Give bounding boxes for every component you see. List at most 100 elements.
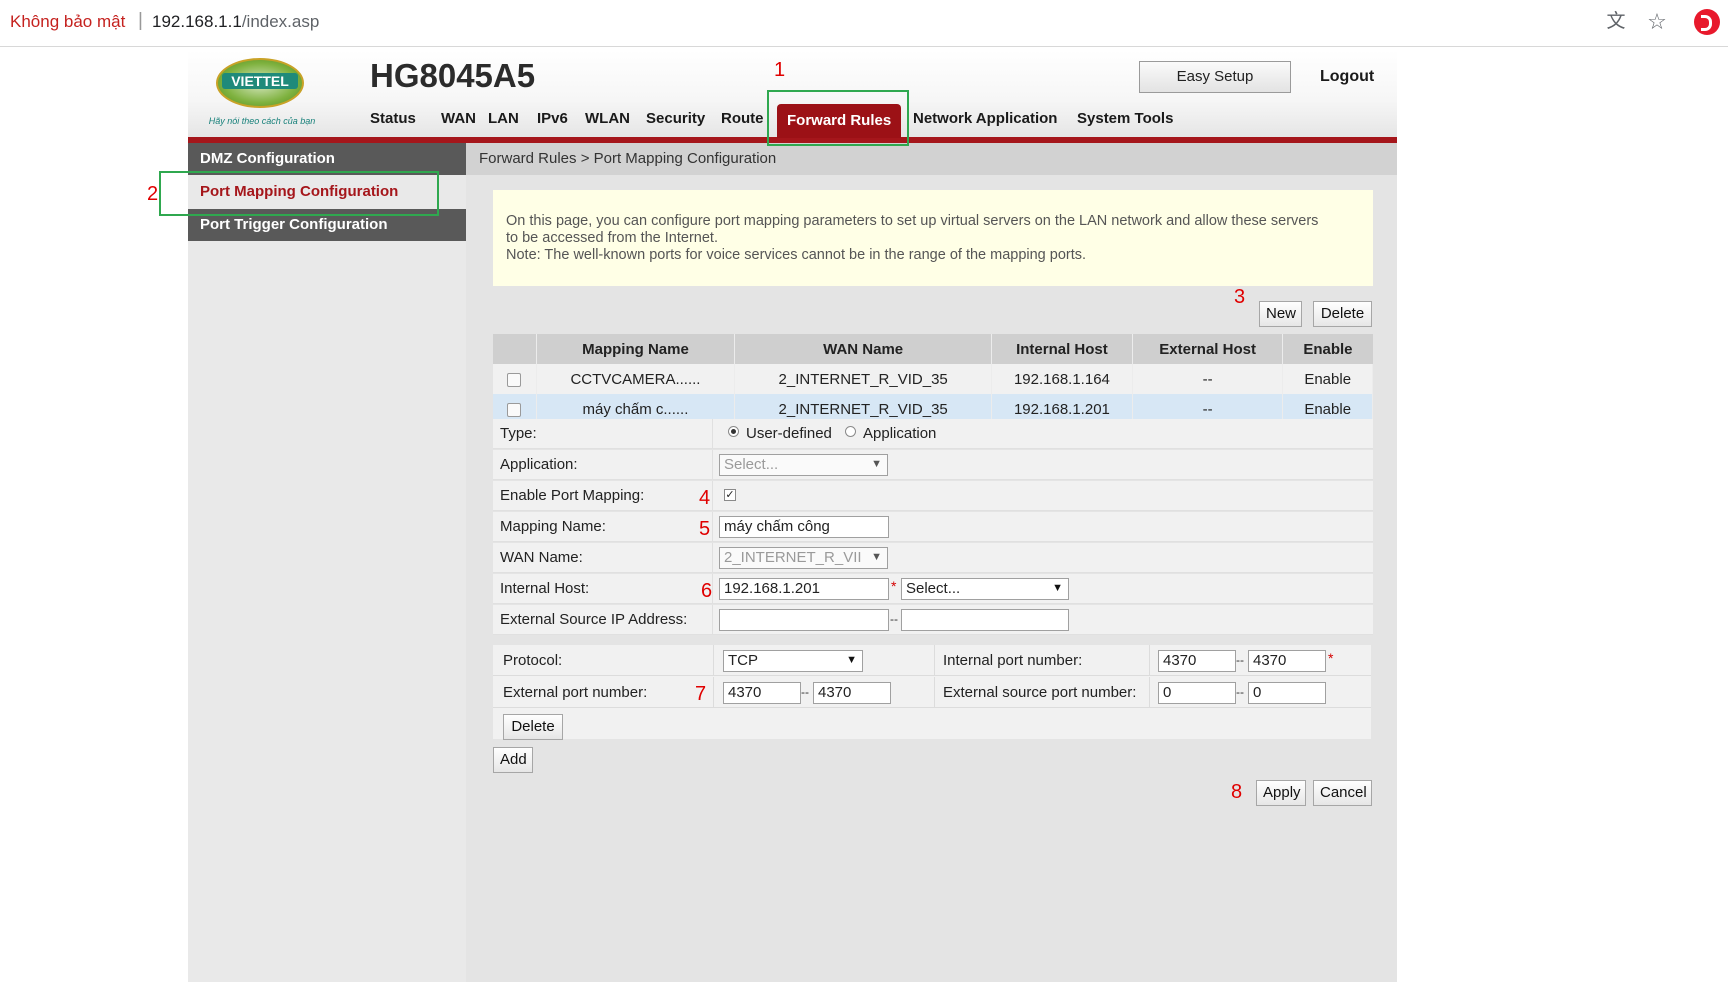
- application-select[interactable]: Select... ▼: [719, 454, 888, 476]
- external-source-port-label: External source port number:: [943, 684, 1137, 701]
- left-menu-panel: [188, 142, 466, 982]
- nav-wan[interactable]: WAN: [441, 110, 476, 127]
- external-source-port-end-input[interactable]: 0: [1248, 682, 1326, 704]
- browser-address-bar: Không bảo mật | 192.168.1.1/index.asp 文 …: [0, 0, 1728, 47]
- mapping-name-row: Mapping Name: máy chấm công: [493, 512, 1373, 542]
- enable-port-mapping-label: Enable Port Mapping:: [500, 487, 645, 504]
- table-row[interactable]: CCTVCAMERA...... 2_INTERNET_R_VID_35 192…: [493, 364, 1373, 394]
- required-mark: *: [1328, 650, 1334, 666]
- delete-port-button[interactable]: Delete: [503, 714, 563, 740]
- breadcrumb: Forward Rules > Port Mapping Configurati…: [466, 143, 1397, 175]
- new-button[interactable]: New: [1259, 301, 1302, 327]
- cell-separator: [712, 605, 713, 635]
- internal-port-start-input[interactable]: 4370: [1158, 650, 1236, 672]
- cell-wan-name: 2_INTERNET_R_VID_35: [734, 364, 992, 394]
- range-separator: --: [801, 685, 809, 699]
- col-wan-name: WAN Name: [734, 334, 992, 364]
- external-port-start-input[interactable]: 4370: [723, 682, 801, 704]
- cell-separator: [713, 645, 714, 676]
- info-line-3: Note: The well-known ports for voice ser…: [506, 247, 1087, 263]
- range-separator: --: [1236, 685, 1244, 699]
- annotation-5: 5: [699, 518, 711, 540]
- enable-port-mapping-checkbox[interactable]: ✓: [724, 489, 736, 501]
- internal-host-select[interactable]: Select... ▼: [901, 578, 1069, 600]
- cell-internal-host: 192.168.1.164: [991, 364, 1133, 394]
- bookmark-star-icon[interactable]: ☆: [1645, 10, 1669, 34]
- protocol-select[interactable]: TCP ▼: [723, 650, 863, 672]
- col-mapping-name: Mapping Name: [536, 334, 736, 364]
- internal-port-end-input[interactable]: 4370: [1248, 650, 1326, 672]
- wan-name-label: WAN Name:: [500, 549, 583, 566]
- nav-network-application[interactable]: Network Application: [913, 110, 1057, 127]
- external-port-label: External port number:: [503, 684, 648, 701]
- chevron-down-icon: ▼: [1052, 582, 1063, 594]
- type-application-radio[interactable]: [845, 426, 856, 437]
- url-host: 192.168.1.1: [152, 12, 242, 31]
- nav-system-tools[interactable]: System Tools: [1077, 110, 1173, 127]
- chevron-down-icon: ▼: [846, 654, 857, 666]
- logo-slogan: Hãy nói theo cách của bạn: [208, 116, 316, 126]
- annotation-2: 2: [147, 183, 159, 205]
- cell-separator: [712, 419, 713, 449]
- url-path: /index.asp: [241, 12, 320, 31]
- annotation-4: 4: [699, 487, 711, 509]
- nav-wlan[interactable]: WLAN: [585, 110, 630, 127]
- address-separator: |: [138, 10, 143, 31]
- col-external-host: External Host: [1132, 334, 1284, 364]
- easy-setup-button[interactable]: Easy Setup: [1139, 61, 1291, 93]
- annotation-6: 6: [701, 580, 713, 602]
- nav-security[interactable]: Security: [646, 110, 705, 127]
- type-user-defined-radio[interactable]: [728, 426, 739, 437]
- extension-icon[interactable]: [1694, 9, 1720, 35]
- mapping-name-input[interactable]: máy chấm công: [719, 516, 889, 538]
- info-line-1: On this page, you can configure port map…: [506, 213, 1319, 229]
- annotation-3: 3: [1234, 286, 1246, 308]
- translate-icon[interactable]: 文: [1604, 10, 1628, 34]
- delete-mapping-button[interactable]: Delete: [1313, 301, 1372, 327]
- port-settings-box: Protocol: TCP ▼ Internal port number: 437…: [493, 645, 1371, 740]
- apply-button[interactable]: Apply: [1256, 780, 1306, 806]
- row-checkbox-cell: [493, 364, 537, 394]
- type-application-label: Application: [863, 425, 937, 442]
- row-checkbox[interactable]: [507, 402, 522, 417]
- logo-text: VIETTEL: [222, 73, 298, 89]
- nav-status[interactable]: Status: [370, 110, 416, 127]
- external-source-port-start-input[interactable]: 0: [1158, 682, 1236, 704]
- type-user-defined-label: User-defined: [746, 425, 832, 442]
- add-port-button[interactable]: Add: [493, 747, 533, 773]
- select-column-header: [493, 334, 537, 364]
- nav-route[interactable]: Route: [721, 110, 764, 127]
- chevron-down-icon: ▼: [871, 458, 882, 470]
- internal-host-input[interactable]: 192.168.1.201: [719, 578, 889, 600]
- external-port-end-input[interactable]: 4370: [813, 682, 891, 704]
- url-field[interactable]: 192.168.1.1/index.asp: [152, 12, 319, 32]
- mapping-name-label: Mapping Name:: [500, 518, 606, 535]
- cell-separator: [713, 677, 714, 708]
- external-source-ip-start-input[interactable]: [719, 609, 889, 631]
- cell-separator: [934, 645, 935, 676]
- cell-separator: [712, 450, 713, 480]
- internal-port-label: Internal port number:: [943, 652, 1083, 669]
- external-source-ip-end-input[interactable]: [901, 609, 1069, 631]
- nav-lan[interactable]: LAN: [488, 110, 519, 127]
- col-enable: Enable: [1282, 334, 1373, 364]
- cancel-button[interactable]: Cancel: [1313, 780, 1372, 806]
- type-label: Type:: [500, 425, 537, 442]
- cell-separator: [712, 481, 713, 511]
- annotation-1: 1: [774, 59, 786, 81]
- info-box: On this page, you can configure port map…: [493, 190, 1373, 286]
- enable-row: Enable Port Mapping: ✓: [493, 481, 1373, 511]
- nav-ipv6[interactable]: IPv6: [537, 110, 568, 127]
- cell-separator: [712, 512, 713, 542]
- cell-separator: [934, 677, 935, 708]
- external-source-ip-label: External Source IP Address:: [500, 611, 688, 628]
- logout-link[interactable]: Logout: [1320, 68, 1374, 86]
- cell-separator: [712, 543, 713, 573]
- wan-name-select[interactable]: 2_INTERNET_R_VII ▼: [719, 547, 888, 569]
- application-row: Application: Select... ▼: [493, 450, 1373, 480]
- wan-name-select-value: 2_INTERNET_R_VII: [724, 549, 862, 566]
- security-warning[interactable]: Không bảo mật: [10, 12, 125, 32]
- application-label: Application:: [500, 456, 578, 473]
- viettel-logo: VIETTEL Hãy nói theo cách của bạn: [196, 56, 328, 128]
- row-checkbox[interactable]: [507, 372, 522, 387]
